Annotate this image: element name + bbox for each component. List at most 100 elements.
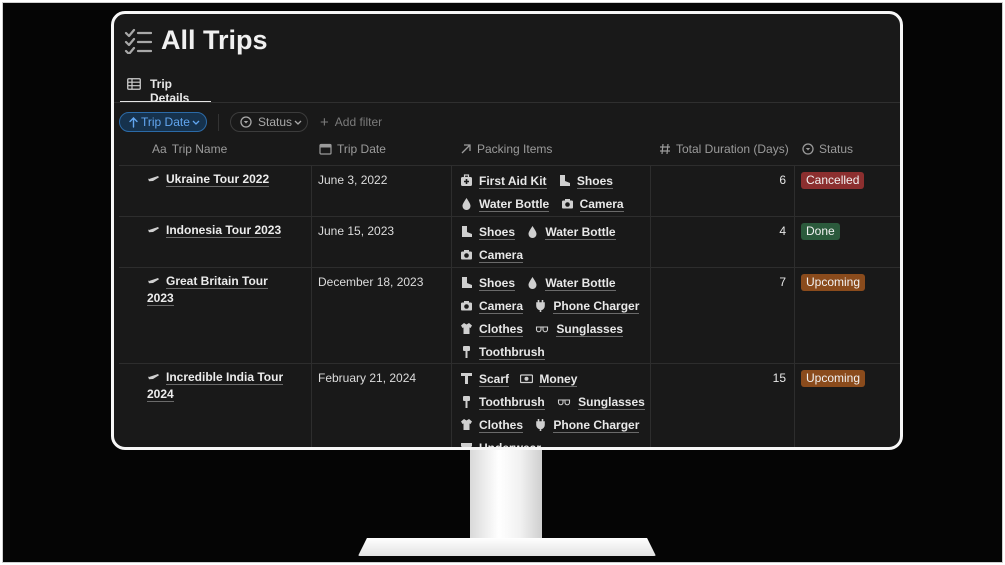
status-circle-icon bbox=[240, 116, 252, 128]
row-divider bbox=[119, 165, 900, 166]
status-circle-icon bbox=[802, 143, 814, 155]
column-header-total-duration[interactable]: Total Duration (Days) bbox=[659, 142, 789, 156]
trip-name: Indonesia Tour 2023 bbox=[166, 223, 282, 238]
camera-icon bbox=[461, 250, 472, 260]
column-header-status[interactable]: Status bbox=[802, 142, 853, 156]
packing-item-label: Phone Charger bbox=[553, 418, 640, 433]
duration-cell: 6 bbox=[779, 173, 786, 187]
packing-item-label: Clothes bbox=[479, 418, 524, 433]
packing-item[interactable]: Clothes bbox=[460, 320, 524, 343]
packing-item[interactable]: Money bbox=[520, 370, 578, 393]
column-header-trip-name[interactable]: Aa Trip Name bbox=[152, 142, 227, 156]
status-badge[interactable]: Upcoming bbox=[801, 370, 866, 387]
status-badge[interactable]: Done bbox=[801, 223, 840, 240]
chevron-down-icon bbox=[294, 120, 302, 125]
packing-items-cell[interactable]: First Aid Kit Shoes Water Bottle Camera bbox=[460, 172, 660, 218]
sort-label: Trip Date bbox=[141, 115, 190, 129]
packing-item-label: Shoes bbox=[479, 225, 516, 240]
packing-items-cell[interactable]: Scarf Money Toothbrush Sunglasses Clothe… bbox=[460, 370, 660, 447]
packing-item-label: Water Bottle bbox=[545, 276, 616, 291]
packing-item[interactable]: Toothbrush bbox=[460, 343, 545, 366]
packing-item-label: Clothes bbox=[479, 322, 524, 337]
packing-item[interactable]: Camera bbox=[561, 195, 624, 218]
tab-divider bbox=[114, 102, 900, 103]
trip-name: Ukraine Tour 2022 bbox=[166, 172, 270, 187]
packing-item[interactable]: Shoes bbox=[460, 223, 516, 246]
column-header-trip-date[interactable]: Trip Date bbox=[319, 142, 386, 156]
water-drop-icon bbox=[462, 198, 471, 210]
monitor: All Trips Trip Details Trip Date Status … bbox=[111, 11, 903, 450]
text-aa-icon: Aa bbox=[152, 142, 167, 156]
column-label: Packing Items bbox=[477, 142, 553, 156]
notion-page: All Trips Trip Details Trip Date Status … bbox=[114, 14, 900, 447]
trip-name-cell[interactable]: Great Britain Tour 2023 bbox=[147, 273, 297, 307]
packing-item[interactable]: Water Bottle bbox=[526, 274, 616, 297]
chevron-down-icon bbox=[192, 120, 200, 125]
trip-date-cell: February 21, 2024 bbox=[318, 371, 417, 385]
packing-item-label: Underwear bbox=[479, 441, 542, 447]
packing-item-label: Money bbox=[539, 372, 578, 387]
duration-cell: 7 bbox=[779, 275, 786, 289]
sunglasses-icon bbox=[558, 399, 571, 406]
boot-icon bbox=[462, 277, 472, 288]
tab-label: Trip Details bbox=[150, 77, 190, 105]
packing-item[interactable]: First Aid Kit bbox=[460, 172, 547, 195]
column-header-packing-items[interactable]: Packing Items bbox=[460, 142, 552, 156]
packing-item[interactable]: Water Bottle bbox=[460, 195, 550, 218]
packing-item[interactable]: Toothbrush bbox=[460, 393, 545, 416]
packing-items-cell[interactable]: Shoes Water Bottle Camera bbox=[460, 223, 660, 269]
arrow-up-icon bbox=[129, 117, 138, 128]
packing-item[interactable]: Phone Charger bbox=[534, 416, 640, 439]
plug-icon bbox=[536, 300, 546, 312]
packing-item[interactable]: Sunglasses bbox=[556, 393, 645, 416]
airplane-icon bbox=[148, 374, 159, 380]
packing-item[interactable]: Camera bbox=[460, 246, 524, 269]
sunglasses-icon bbox=[536, 326, 549, 333]
packing-item-label: Camera bbox=[479, 248, 524, 263]
airplane-icon bbox=[148, 278, 159, 284]
column-label: Trip Name bbox=[171, 142, 228, 156]
packing-item[interactable]: Camera bbox=[460, 297, 524, 320]
tab-trip-details[interactable]: Trip Details bbox=[120, 72, 211, 105]
packing-item[interactable]: Water Bottle bbox=[526, 223, 616, 246]
shirt-icon bbox=[461, 323, 472, 334]
packing-item-label: Sunglasses bbox=[556, 322, 624, 337]
packing-item-label: Toothbrush bbox=[479, 345, 545, 360]
status-badge[interactable]: Cancelled bbox=[801, 172, 865, 189]
column-label: Status bbox=[819, 142, 854, 156]
trip-name-cell[interactable]: Incredible India Tour 2024 bbox=[147, 369, 287, 403]
duration-cell: 4 bbox=[779, 224, 786, 238]
trip-date-cell: June 15, 2023 bbox=[318, 224, 395, 238]
boot-icon bbox=[559, 175, 570, 186]
shirt-icon bbox=[461, 419, 472, 430]
packing-item[interactable]: Shoes bbox=[558, 172, 613, 195]
scarf-icon bbox=[461, 373, 472, 384]
table-icon bbox=[127, 78, 141, 90]
packing-item[interactable]: Sunglasses bbox=[534, 320, 624, 343]
trip-name: Great Britain Tour 2023 bbox=[147, 274, 268, 306]
packing-item-label: Water Bottle bbox=[545, 225, 616, 240]
trip-name-cell[interactable]: Ukraine Tour 2022 bbox=[147, 171, 297, 188]
sort-trip-date-chip[interactable]: Trip Date bbox=[119, 112, 207, 132]
trip-name-cell[interactable]: Indonesia Tour 2023 bbox=[147, 222, 297, 239]
packing-item-label: Shoes bbox=[479, 276, 516, 291]
packing-item-label: Phone Charger bbox=[553, 299, 640, 314]
checklist-icon bbox=[124, 28, 152, 54]
add-filter-label: Add filter bbox=[334, 115, 383, 129]
arrow-up-right-icon bbox=[461, 144, 471, 154]
packing-item[interactable]: Underwear bbox=[460, 439, 542, 447]
packing-item[interactable]: Clothes bbox=[460, 416, 524, 439]
first-aid-kit-icon bbox=[461, 174, 472, 186]
add-filter-button[interactable]: + Add filter bbox=[320, 114, 382, 131]
plus-icon: + bbox=[320, 114, 329, 131]
packing-item-label: Toothbrush bbox=[479, 395, 545, 410]
packing-item[interactable]: Phone Charger bbox=[534, 297, 640, 320]
packing-items-cell[interactable]: Shoes Water Bottle Camera Phone Charger … bbox=[460, 274, 660, 366]
status-badge[interactable]: Upcoming bbox=[801, 274, 866, 291]
packing-item[interactable]: Shoes bbox=[460, 274, 516, 297]
status-filter-chip[interactable]: Status bbox=[230, 112, 308, 132]
packing-item[interactable]: Scarf bbox=[460, 370, 510, 393]
trip-name: Incredible India Tour 2024 bbox=[147, 370, 284, 402]
money-icon bbox=[520, 374, 534, 384]
page-title: All Trips bbox=[161, 25, 268, 55]
